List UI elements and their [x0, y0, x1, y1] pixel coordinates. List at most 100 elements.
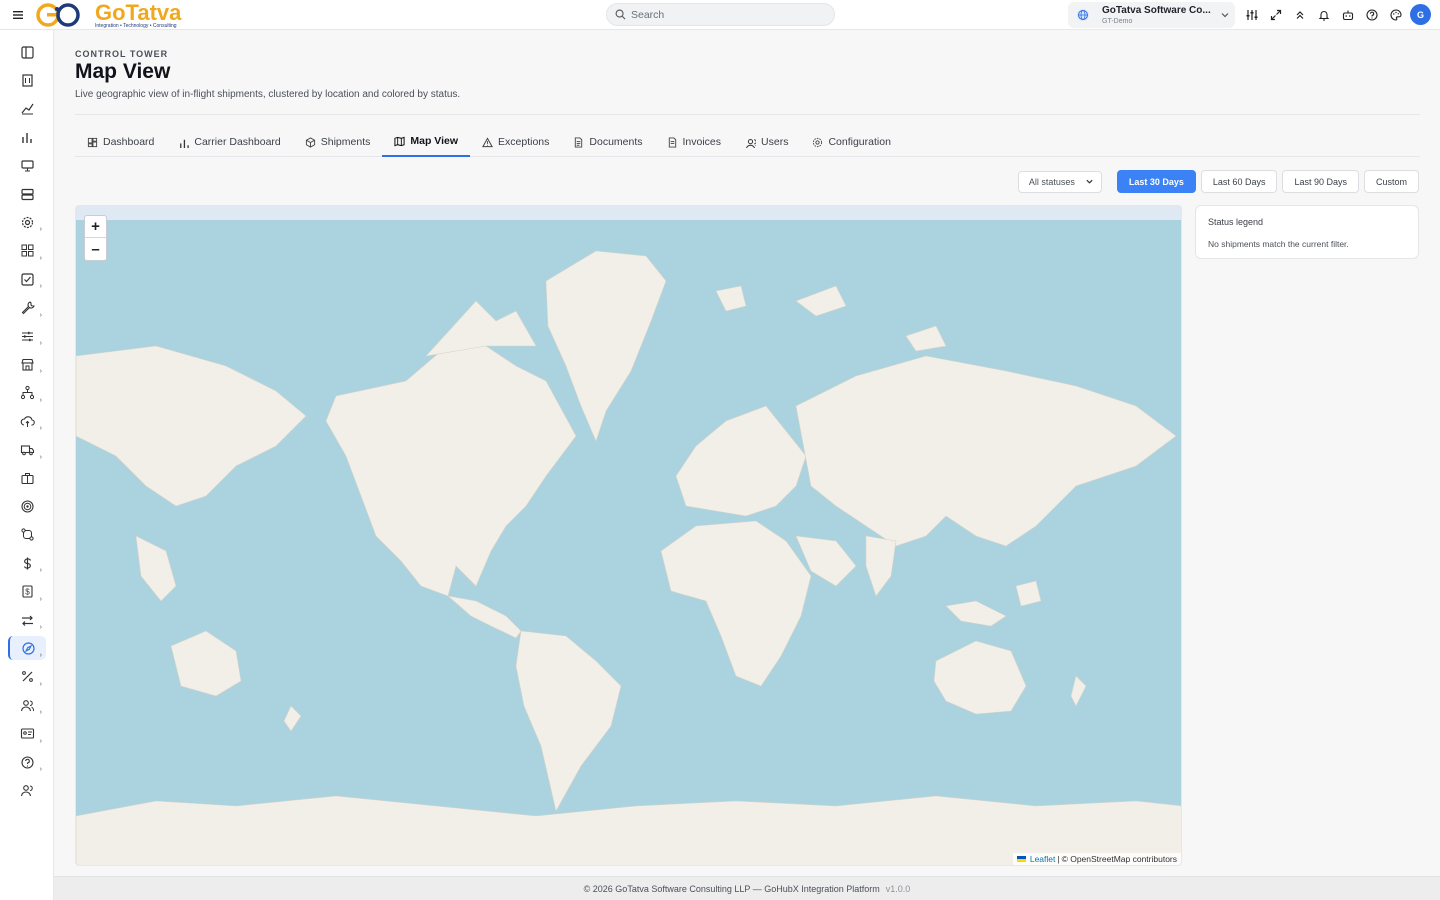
sidebar-item-network[interactable]: ›	[8, 381, 46, 405]
tab-label: Map View	[410, 135, 459, 147]
sidebar-item-monitor[interactable]	[8, 154, 46, 178]
sidebar-caret: ›	[39, 766, 42, 773]
sliders-icon[interactable]	[1244, 7, 1260, 23]
range-last-30-button[interactable]: Last 30 Days	[1116, 170, 1196, 193]
sidebar-item-arrows-exchange[interactable]: ›	[8, 608, 46, 632]
sidebar-item-server[interactable]	[8, 182, 46, 206]
tab-invoices[interactable]: Invoices	[655, 127, 734, 157]
menu-icon[interactable]	[12, 8, 26, 22]
shipment-map[interactable]: + – Leaflet | © OpenStreetMap contributo…	[75, 205, 1182, 866]
tab-map-view[interactable]: Map View	[382, 127, 471, 157]
attribution-separator: |	[1057, 854, 1060, 864]
chevron-down-icon	[1086, 179, 1093, 184]
tenant-code: GT-Demo	[1102, 17, 1133, 25]
dashboard-icon	[87, 137, 98, 147]
sidebar-item-sliders-horizontal[interactable]: ›	[8, 324, 46, 348]
gotatva-logo[interactable]: GoTatva Integration • Technology • Consu…	[35, 1, 195, 29]
range-last-60-button[interactable]: Last 60 Days	[1200, 170, 1278, 193]
sidebar-caret: ›	[39, 311, 42, 319]
map-icon	[394, 136, 405, 146]
sidebar-item-help-circle[interactable]: ›	[8, 750, 46, 774]
search-icon	[615, 9, 626, 20]
sidebar-item-grid[interactable]: ›	[8, 239, 46, 263]
gear-icon	[813, 137, 823, 147]
osm-attribution-text[interactable]: © OpenStreetMap contributors	[1062, 854, 1177, 864]
line-chart-icon	[21, 103, 33, 115]
zoom-out-button[interactable]: –	[85, 238, 106, 260]
tab-shipments[interactable]: Shipments	[293, 127, 383, 157]
sidebar-caret: ›	[39, 283, 42, 291]
search-input[interactable]	[631, 8, 821, 21]
globe-icon	[1077, 9, 1089, 21]
sidebar-item-users[interactable]: ›	[8, 693, 46, 717]
receipt-icon: $	[21, 585, 33, 598]
tab-exceptions[interactable]: Exceptions	[470, 127, 561, 157]
user-avatar[interactable]: G	[1410, 4, 1431, 25]
sidebar-item-store[interactable]: ›	[8, 352, 46, 376]
users-icon	[746, 138, 757, 148]
sidebar-item-percent[interactable]: ›	[8, 665, 46, 689]
sidebar-item-check-square[interactable]: ›	[8, 267, 46, 291]
tab-dashboard[interactable]: Dashboard	[75, 127, 166, 157]
user-group-icon	[20, 785, 33, 796]
sidebar-item-cloud-upload[interactable]: ›	[8, 409, 46, 433]
help-icon[interactable]	[1364, 7, 1380, 23]
ukraine-flag-icon	[1016, 856, 1026, 862]
sidebar-item-git-compare[interactable]	[8, 523, 46, 547]
legend-empty-message: No shipments match the current filter.	[1208, 239, 1349, 249]
top-bar: GoTatva Integration • Technology • Consu…	[0, 0, 1440, 30]
sidebar-caret: ›	[39, 567, 42, 575]
sidebar-item-dollar[interactable]: ›	[8, 551, 46, 575]
expand-icon[interactable]	[1268, 7, 1284, 23]
sidebar-item-id-card[interactable]: ›	[8, 722, 46, 746]
header-divider	[75, 114, 1420, 115]
check-square-icon	[20, 273, 34, 286]
sidebar-item-line-chart[interactable]	[8, 97, 46, 121]
network-icon	[20, 386, 34, 400]
global-search[interactable]	[606, 3, 835, 26]
arrows-exchange-icon	[21, 615, 33, 626]
tab-carrier-dashboard[interactable]: Carrier Dashboard	[166, 127, 292, 157]
sidebar-item-truck[interactable]: ›	[8, 438, 46, 462]
bar-chart-icon	[21, 132, 32, 143]
tab-label: Documents	[589, 136, 643, 148]
sidebar-item-user-group[interactable]	[8, 778, 46, 802]
sidebar-caret: ›	[39, 595, 42, 603]
compass-icon	[21, 642, 35, 655]
sidebar-item-wrench[interactable]: ›	[8, 296, 46, 320]
zoom-in-button[interactable]: +	[85, 216, 106, 238]
tenant-switcher[interactable]: GoTatva Software Co... GT-Demo	[1068, 2, 1235, 28]
tab-documents[interactable]: Documents	[561, 127, 654, 157]
range-custom-button[interactable]: Custom	[1363, 170, 1419, 193]
leaflet-link[interactable]: Leaflet	[1030, 854, 1056, 864]
users-icon	[20, 699, 34, 711]
tab-label: Configuration	[828, 136, 891, 148]
sidebar-item-settings[interactable]: ›	[8, 210, 46, 234]
status-filter-select[interactable]: All statuses	[1017, 170, 1102, 193]
range-last-90-button[interactable]: Last 90 Days	[1282, 170, 1359, 193]
chevrons-up-icon[interactable]	[1292, 7, 1308, 23]
sidebar-item-receipt[interactable]: $ ›	[8, 580, 46, 604]
package-icon	[305, 136, 315, 148]
sidebar-item-target[interactable]	[8, 494, 46, 518]
bot-icon[interactable]	[1340, 7, 1356, 23]
sidebar-caret: ›	[39, 737, 42, 745]
palette-icon[interactable]	[1388, 7, 1404, 23]
id-card-icon	[20, 728, 34, 739]
bell-icon[interactable]	[1316, 7, 1332, 23]
server-icon	[20, 188, 34, 200]
panel-left-icon	[20, 45, 34, 59]
monitor-icon	[20, 160, 34, 172]
sidebar-item-bar-chart[interactable]	[8, 125, 46, 149]
tab-users[interactable]: Users	[733, 127, 800, 157]
sidebar-item-briefcase[interactable]	[8, 466, 46, 490]
footer-copyright: © 2026 GoTatva Software Consulting LLP —…	[583, 883, 880, 894]
tab-configuration[interactable]: Configuration	[800, 127, 902, 157]
sidebar-item-panel-left[interactable]	[8, 40, 46, 64]
sidebar-caret: ›	[39, 453, 42, 461]
sidebar-item-building[interactable]	[8, 68, 46, 92]
sidebar-item-compass[interactable]: ›	[8, 636, 46, 661]
grid-icon	[21, 244, 33, 257]
sidebar: › › › › › › › › › › $ › › › › › › ›	[0, 30, 54, 900]
map-zoom-control: + –	[84, 215, 107, 261]
